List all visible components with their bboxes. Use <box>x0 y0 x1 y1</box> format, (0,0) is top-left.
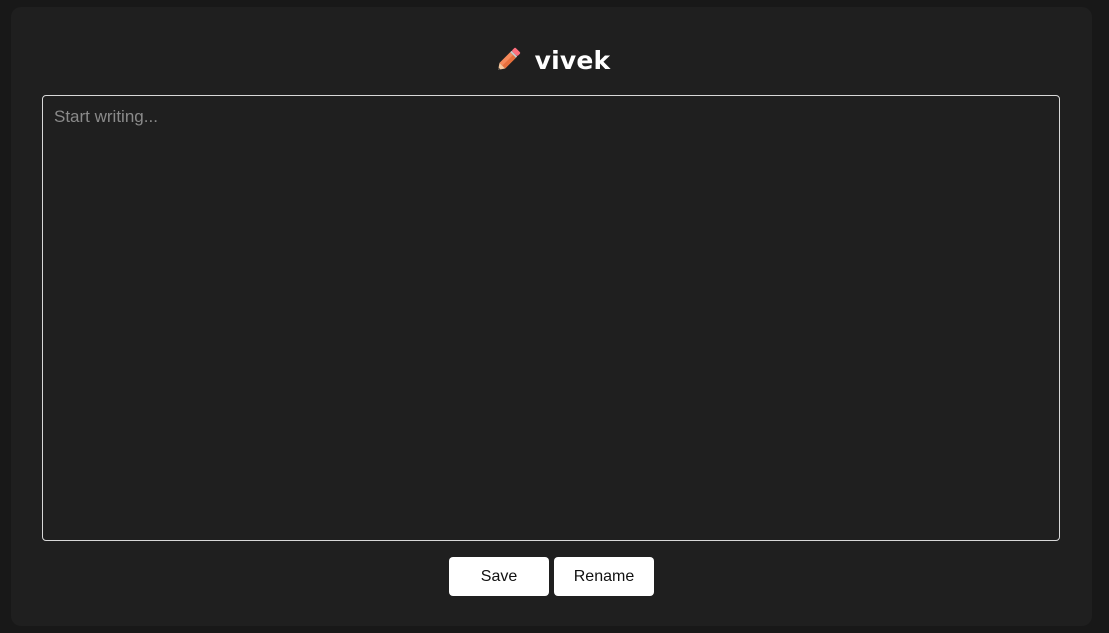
pencil-icon <box>493 45 523 75</box>
action-buttons: Save Rename <box>11 557 1092 596</box>
page-header: vivek <box>11 43 1092 77</box>
editor-card: vivek Save Rename <box>11 7 1092 626</box>
note-text-area[interactable] <box>42 95 1060 541</box>
rename-button[interactable]: Rename <box>554 557 654 596</box>
page-title: vivek <box>534 45 611 75</box>
save-button[interactable]: Save <box>449 557 549 596</box>
